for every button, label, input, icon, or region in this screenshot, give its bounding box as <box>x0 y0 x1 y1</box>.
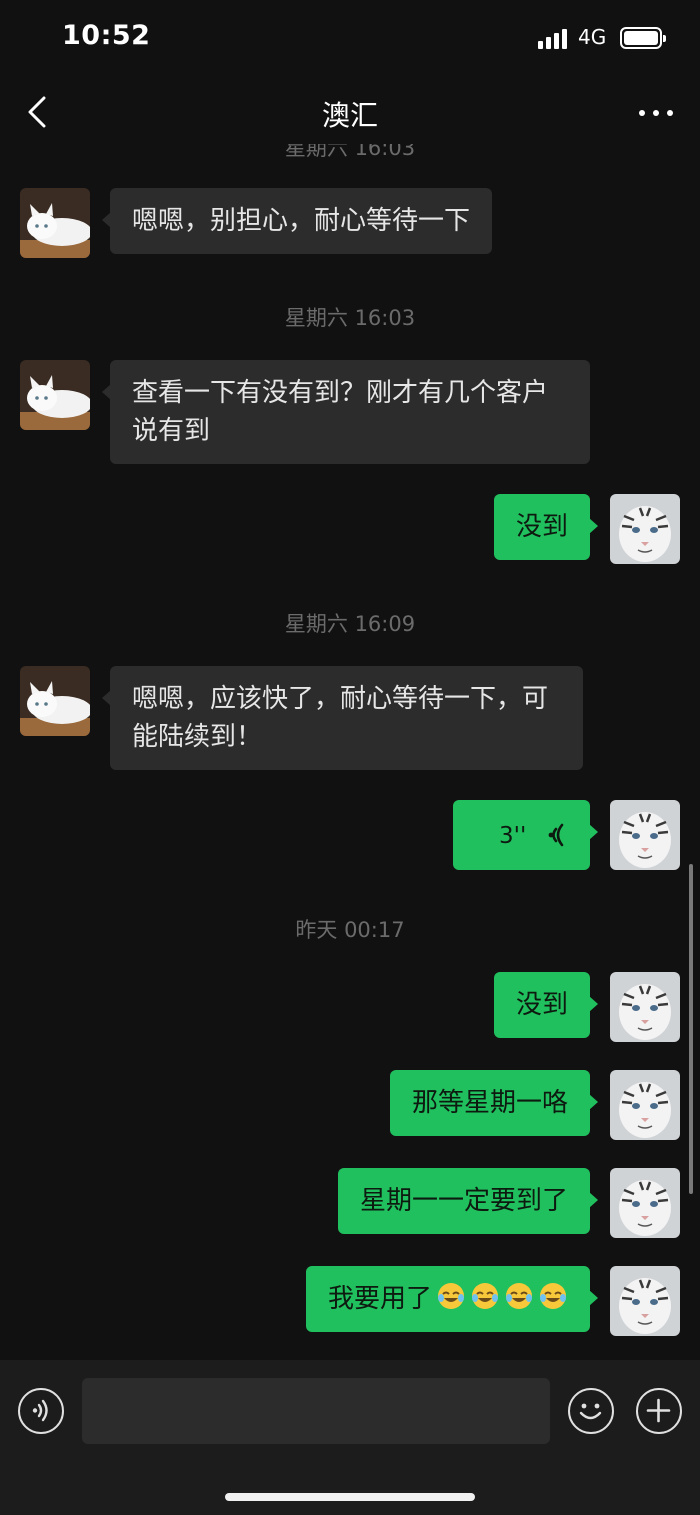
plus-button[interactable] <box>636 1388 682 1434</box>
more-button[interactable] <box>638 98 674 126</box>
scrollbar[interactable] <box>689 864 693 1194</box>
my-avatar[interactable] <box>610 1266 680 1336</box>
more-dots-icon <box>639 110 645 116</box>
voice-duration: 3'' <box>499 823 527 849</box>
smiley-icon <box>579 1403 602 1420</box>
incoming-message[interactable]: 查看一下有没有到？刚才有几个客户说有到 <box>102 360 590 464</box>
contact-avatar[interactable] <box>20 666 90 736</box>
battery-icon <box>620 27 666 49</box>
status-time: 10:52 <box>62 20 151 51</box>
tiger-avatar-image <box>610 1266 680 1336</box>
incoming-message[interactable]: 嗯嗯，别担心，耐心等待一下 <box>101 188 493 254</box>
my-avatar[interactable] <box>610 1070 680 1140</box>
network-label: 4G <box>578 25 607 49</box>
outgoing-message[interactable]: 那等星期一咯 <box>389 1070 599 1136</box>
status-bar: 10:52 4G <box>0 0 700 80</box>
rolling-laughing-emoji <box>472 1283 498 1309</box>
timestamp: 星期六 16:09 <box>284 612 416 636</box>
outgoing-message[interactable]: 我要用了 <box>305 1266 599 1332</box>
rolling-laughing-emoji <box>540 1283 566 1309</box>
my-avatar[interactable] <box>610 494 680 564</box>
message-input[interactable] <box>82 1378 550 1444</box>
timestamp: 昨天 00:17 <box>295 918 405 942</box>
timestamp: 星期六 16:03 <box>284 306 416 330</box>
home-indicator[interactable] <box>225 1493 475 1501</box>
voice-input-button[interactable] <box>18 1388 64 1434</box>
input-bar <box>0 1360 700 1515</box>
tiger-avatar-image <box>610 1070 680 1140</box>
outgoing-message[interactable]: 没到 <box>493 972 599 1038</box>
my-avatar[interactable] <box>610 800 680 870</box>
tiger-avatar-image <box>610 494 680 564</box>
plus-icon <box>646 1398 671 1423</box>
outgoing-message[interactable]: 星期一一定要到了 <box>337 1168 599 1234</box>
signal-icon <box>538 27 568 49</box>
rolling-laughing-emoji <box>438 1283 464 1309</box>
nav-bar: 澳汇 <box>0 80 700 144</box>
rolling-laughing-emoji <box>506 1283 532 1309</box>
my-avatar[interactable] <box>610 1168 680 1238</box>
voice-wave-icon <box>32 1399 48 1422</box>
chat-area[interactable]: 星期六 16:03 嗯嗯，别担心，耐心等待一下 星期六 16:03 查看一下有没… <box>0 144 700 1360</box>
outgoing-message[interactable]: 没到 <box>493 494 599 560</box>
my-avatar[interactable] <box>610 972 680 1042</box>
voice-wave-icon <box>548 823 564 847</box>
tiger-avatar-image <box>610 1168 680 1238</box>
emoji-button[interactable] <box>568 1388 614 1434</box>
tiger-avatar-image <box>610 972 680 1042</box>
cat-avatar-image <box>20 188 90 258</box>
chat-title: 澳汇 <box>321 99 378 132</box>
incoming-message[interactable]: 嗯嗯，应该快了，耐心等待一下，可能陆续到！ <box>102 666 583 770</box>
message-text: 我要用了 <box>327 1284 432 1314</box>
timestamp: 星期六 16:03 <box>284 144 416 160</box>
cat-avatar-image <box>20 360 90 430</box>
contact-avatar[interactable] <box>20 188 90 258</box>
cat-avatar-image <box>20 666 90 736</box>
tiger-avatar-image <box>610 800 680 870</box>
voice-message[interactable]: 3'' <box>453 800 598 870</box>
contact-avatar[interactable] <box>20 360 90 430</box>
